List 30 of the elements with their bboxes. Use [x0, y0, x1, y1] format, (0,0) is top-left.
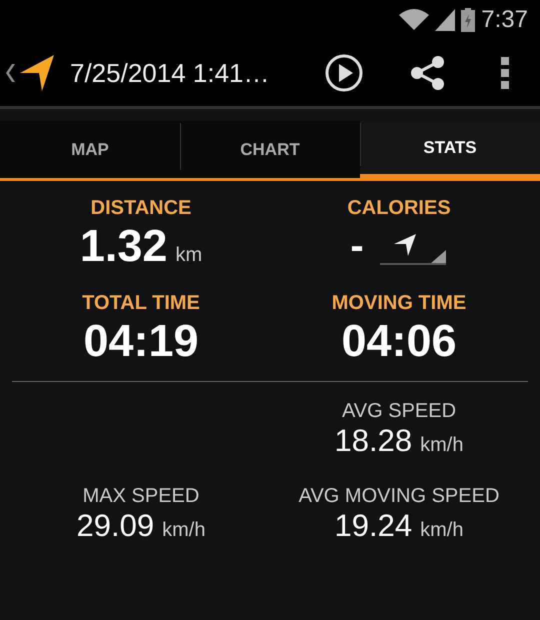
clock-time: 7:37	[481, 6, 528, 34]
back-icon[interactable]	[6, 64, 16, 82]
tab[interactable]: MAP	[0, 121, 180, 181]
tab[interactable]: STATS	[360, 121, 540, 181]
speed-label: AVG SPEED	[342, 400, 456, 423]
stat-unit: km	[175, 244, 202, 267]
speed-unit: km/h	[420, 519, 464, 542]
track-title: 7/25/2014 1:41…	[70, 58, 270, 88]
speed-label: MAX SPEED	[82, 485, 200, 508]
stat-label: CALORIES	[347, 197, 451, 220]
overflow-menu-icon	[501, 57, 509, 89]
battery-icon	[461, 8, 476, 32]
speed-value: 19.24	[334, 508, 412, 544]
play-icon	[325, 54, 363, 92]
stat-label: TOTAL TIME	[82, 292, 200, 315]
speed-unit: km/h	[420, 434, 464, 457]
stat-value: -	[350, 224, 364, 268]
wifi-icon	[399, 9, 430, 31]
stat-value: 04:06	[341, 315, 457, 367]
speed-value: 29.09	[76, 508, 154, 544]
speed-unit: km/h	[162, 519, 206, 542]
stat-label: MOVING TIME	[332, 292, 466, 315]
stat-value: 04:19	[83, 315, 199, 367]
speed-value: 18.28	[334, 423, 412, 459]
stat-label: DISTANCE	[90, 197, 192, 220]
share-icon	[410, 55, 446, 91]
arrow-icon	[20, 53, 56, 93]
stat-value: 1.32	[80, 220, 168, 272]
speed-label: AVG MOVING SPEED	[298, 485, 500, 508]
signal-icon	[435, 9, 456, 31]
